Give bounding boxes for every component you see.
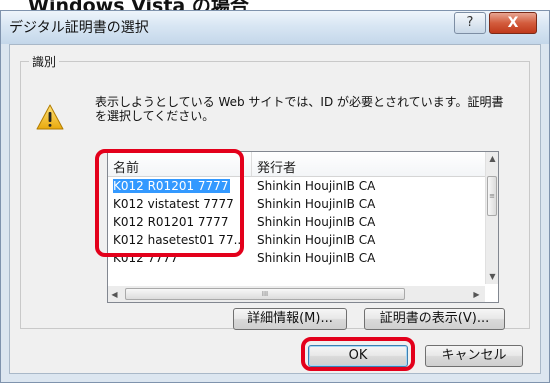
group-label: 識別 — [29, 53, 60, 70]
horizontal-scroll-thumb[interactable]: III — [125, 288, 405, 300]
close-button[interactable]: X — [489, 12, 537, 34]
vertical-scrollbar[interactable]: ▲ ≡ ▼ — [485, 152, 498, 284]
cert-issuer: Shinkin HoujinIB CA — [257, 233, 376, 247]
scroll-up-arrow-icon[interactable]: ▲ — [486, 152, 498, 165]
cert-issuer: Shinkin HoujinIB CA — [257, 215, 376, 229]
details-button[interactable]: 詳細情報(M)... — [233, 308, 347, 330]
prompt-message: 表示しようとしている Web サイトでは、ID が必要とされています。証明書を選… — [95, 95, 504, 123]
horizontal-scrollbar[interactable]: ◀ III ▶ — [108, 286, 485, 302]
vertical-scroll-thumb[interactable]: ≡ — [487, 176, 497, 216]
ok-highlight-frame — [301, 337, 415, 371]
certificate-select-dialog: デジタル証明書の選択 ? X 識別 表示しようとしている Web サイトでは、I… — [0, 10, 550, 383]
cert-issuer: Shinkin HoujinIB CA — [257, 251, 376, 265]
cert-issuer: Shinkin HoujinIB CA — [257, 179, 376, 193]
cert-issuer: Shinkin HoujinIB CA — [257, 197, 376, 211]
column-divider[interactable] — [251, 152, 252, 176]
help-button[interactable]: ? — [454, 12, 486, 34]
title-bar: デジタル証明書の選択 ? X — [1, 11, 549, 44]
warning-icon — [36, 104, 64, 130]
dialog-title: デジタル証明書の選択 — [9, 20, 149, 36]
column-header-issuer[interactable]: 発行者 — [257, 157, 296, 176]
scroll-right-arrow-icon[interactable]: ▶ — [470, 288, 483, 301]
view-certificate-button[interactable]: 証明書の表示(V)... — [364, 308, 505, 330]
scroll-left-arrow-icon[interactable]: ◀ — [108, 288, 121, 301]
cancel-button[interactable]: キャンセル — [425, 345, 523, 367]
certificate-highlight-frame — [95, 149, 244, 257]
dialog-body: 識別 表示しようとしている Web サイトでは、ID が必要とされています。証明… — [9, 44, 541, 374]
scroll-down-arrow-icon[interactable]: ▼ — [486, 270, 498, 283]
